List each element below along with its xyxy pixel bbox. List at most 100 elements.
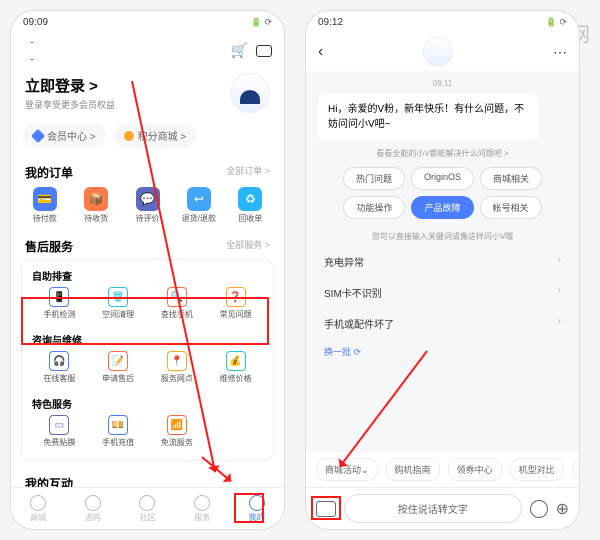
faq-row[interactable]: SIM卡不识别›: [306, 277, 579, 308]
grid-item[interactable]: 📶免流服务: [148, 415, 207, 448]
nav-label: 商城: [30, 512, 46, 523]
chat-hint-2: 您可以直接输入关键词或像这样问小V哦: [306, 231, 579, 242]
faq-row[interactable]: 充电异常 ›: [306, 246, 579, 277]
category-chip[interactable]: OriginOS: [411, 167, 474, 190]
status-icons: 🔋 ⟳: [546, 17, 567, 28]
app-icon: ❓: [226, 287, 246, 307]
nav-item-我的[interactable]: 我的: [229, 488, 284, 529]
grid-item[interactable]: 📍 服务网点: [148, 351, 207, 384]
chat-body[interactable]: 09:11 Hi，亲爱的V粉，新年快乐！有什么问题，不妨问问小V吧~ 看看全能的…: [306, 71, 579, 452]
quick-actions: 商城活动⌄ 购机指南领券中心机型对比以: [306, 452, 579, 487]
nav-icon: [139, 495, 155, 511]
grid-item[interactable]: 🎧在线客服: [30, 351, 89, 384]
login-title: 立即登录 >: [25, 75, 115, 96]
grid-item[interactable]: 📱手机检测: [30, 287, 89, 320]
emoji-icon[interactable]: [530, 500, 548, 518]
points-mall-pill[interactable]: 积分商城 >: [114, 123, 197, 148]
category-chip[interactable]: 热门问题: [343, 167, 405, 190]
keyboard-icon[interactable]: [316, 501, 336, 517]
grid-item[interactable]: 💳待付款: [19, 187, 70, 224]
grid-item[interactable]: ♻ 回收单: [225, 187, 276, 224]
messages-icon[interactable]: [256, 45, 272, 57]
faq-label: 充电异常: [324, 254, 364, 269]
grid-label: 常见问题: [220, 309, 252, 320]
app-icon: 🗑: [108, 287, 128, 307]
grid-item[interactable]: 📦待收货: [70, 187, 121, 224]
service-header: 售后服务 全部服务 >: [11, 232, 284, 259]
app-icon: 💳: [33, 187, 57, 211]
quick-action-chip[interactable]: 购机指南: [386, 458, 440, 481]
back-icon[interactable]: ‹: [318, 43, 323, 61]
grid-label: 查找手机: [161, 309, 193, 320]
grid-item[interactable]: 🔍查找手机: [148, 287, 207, 320]
interact-header: 我的互动: [11, 469, 284, 487]
grid-label: 服务网点: [161, 373, 193, 384]
grid-label: 申请售后: [102, 373, 134, 384]
quick-action-chip[interactable]: 以: [572, 458, 579, 481]
app-icon: 💰: [226, 351, 246, 371]
avatar[interactable]: [230, 73, 270, 113]
phone-chat-screen: 09:12 🔋 ⟳ ‹ ⋯ 09:11 Hi，亲爱的V粉，新年快乐！有什么问题，…: [305, 10, 580, 530]
grid-label: 免流服务: [161, 437, 193, 448]
app-icon: ▭: [49, 415, 69, 435]
nav-item-商城[interactable]: 商城: [11, 488, 66, 529]
grid-label: 维修价格: [220, 373, 252, 384]
quick-action-chip[interactable]: 机型对比: [510, 458, 564, 481]
nav-item-社区[interactable]: 社区: [120, 488, 175, 529]
top-toolbar: [11, 33, 284, 69]
category-chips: 热门问题 OriginOS 商城相关功能操作产品故障帐号相关: [306, 163, 579, 223]
nav-item-服务[interactable]: 服务: [175, 488, 230, 529]
coin-icon: [124, 131, 134, 141]
category-chip[interactable]: 产品故障: [411, 196, 473, 219]
quick-action-chip[interactable]: 领券中心: [448, 458, 502, 481]
refresh-batch[interactable]: 换一批 ⟳: [306, 339, 579, 364]
quick-action-chip[interactable]: 商城活动⌄: [316, 458, 378, 481]
chevron-right-icon: ›: [558, 285, 561, 300]
status-time: 09:12: [318, 17, 343, 28]
grid-item[interactable]: ❓ 常见问题: [206, 287, 265, 320]
app-icon: 📍: [167, 351, 187, 371]
faq-row[interactable]: 手机或配件坏了›: [306, 308, 579, 339]
app-icon: 📱: [49, 287, 69, 307]
nav-label: 选购: [85, 512, 101, 523]
service-more[interactable]: 全部服务 >: [226, 238, 270, 255]
category-chip[interactable]: 商城相关: [480, 167, 542, 190]
nav-icon: [30, 495, 46, 511]
orders-more[interactable]: 全部订单 >: [226, 164, 270, 181]
nav-item-选购[interactable]: 选购: [66, 488, 121, 529]
grid-item[interactable]: 💴手机充值: [89, 415, 148, 448]
bot-avatar[interactable]: [423, 37, 453, 67]
chevron-right-icon: ›: [558, 254, 561, 269]
nav-label: 服务: [194, 512, 210, 523]
grid-label: 手机充值: [102, 437, 134, 448]
grid-item[interactable]: 🗑空间清理: [89, 287, 148, 320]
chat-timestamp: 09:11: [306, 79, 579, 88]
content-scroll[interactable]: 我的订单 全部订单 > 💳待付款📦待收货💬待评价↩退货/退款♻回收单 售后服务 …: [11, 158, 284, 487]
voice-input-button[interactable]: 按住说话转文字: [344, 494, 522, 523]
bot-message: Hi，亲爱的V粉，新年快乐！有什么问题，不妨问问小V吧~: [318, 94, 539, 140]
category-chip[interactable]: 帐号相关: [480, 196, 542, 219]
phone-profile-screen: 09:09 🔋 ⟳ 立即登录 > 登录享受更多会员权益 会员中心 > 积分商城 …: [10, 10, 285, 530]
more-icon[interactable]: ⋯: [553, 44, 567, 61]
grid-label: 回收单: [238, 213, 262, 224]
app-icon: ↩: [187, 187, 211, 211]
nav-icon: [249, 495, 265, 511]
grid-item[interactable]: ▭免费贴膜: [30, 415, 89, 448]
cart-icon[interactable]: [231, 42, 248, 60]
diamond-icon: [31, 128, 45, 142]
grid-item[interactable]: 💬待评价: [122, 187, 173, 224]
app-icon: ♻: [238, 187, 262, 211]
grid-item[interactable]: 💰 维修价格: [206, 351, 265, 384]
chat-hint-1[interactable]: 看看全能的小V都能解决什么问题吧 >: [306, 148, 579, 159]
plus-icon[interactable]: ⊕: [556, 499, 569, 519]
faq-label: 手机或配件坏了: [324, 316, 394, 331]
chat-header: ‹ ⋯: [306, 33, 579, 71]
login-row[interactable]: 立即登录 > 登录享受更多会员权益: [11, 69, 284, 123]
category-chip[interactable]: 功能操作: [343, 196, 405, 219]
member-center-pill[interactable]: 会员中心 >: [23, 123, 106, 148]
grid-label: 待收货: [84, 213, 108, 224]
grid-item[interactable]: 📝申请售后: [89, 351, 148, 384]
settings-icon[interactable]: [23, 42, 41, 60]
grid-item[interactable]: ↩退货/退款: [173, 187, 224, 224]
status-bar: 09:09 🔋 ⟳: [11, 11, 284, 33]
